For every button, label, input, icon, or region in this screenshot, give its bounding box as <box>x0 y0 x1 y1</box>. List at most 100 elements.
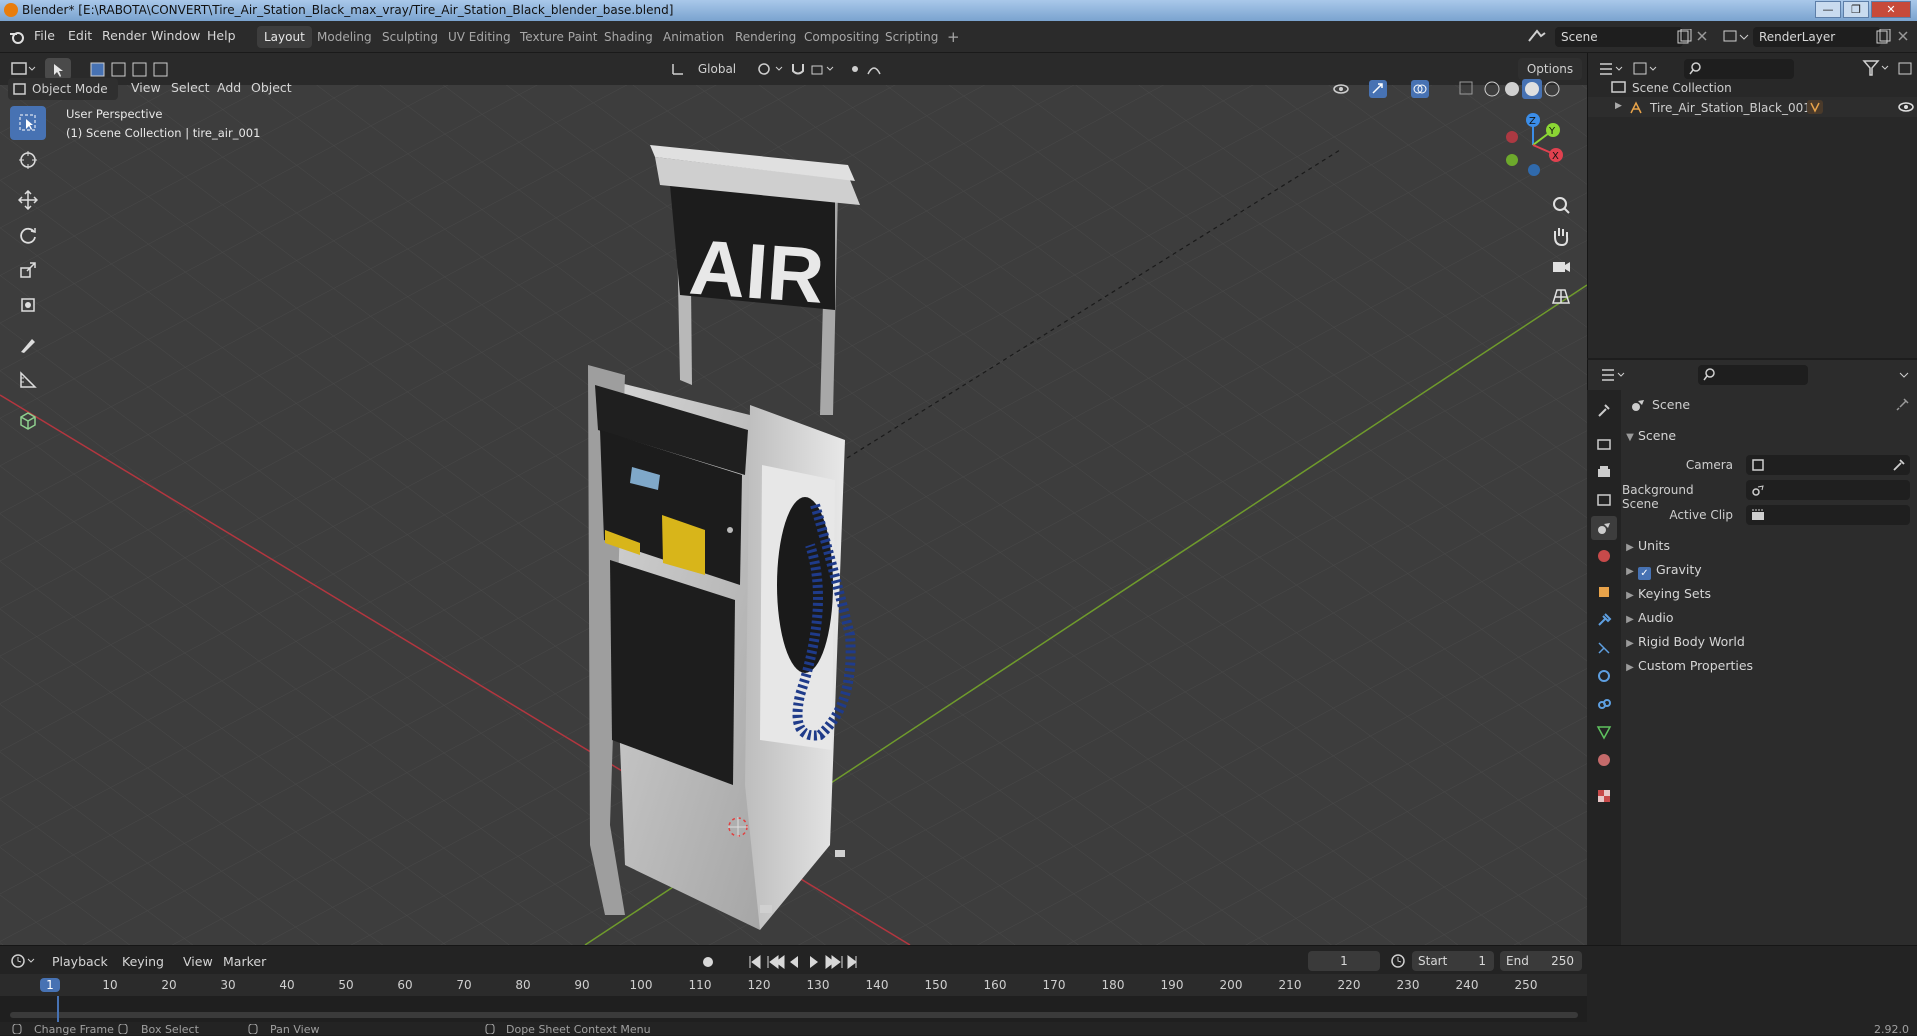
options-dropdown[interactable]: Options <box>1518 58 1582 80</box>
move-tool[interactable] <box>10 183 46 217</box>
tab-view-layer[interactable] <box>1591 488 1617 512</box>
tab-material[interactable] <box>1591 748 1617 772</box>
timeline-editor-type-icon[interactable] <box>10 952 38 970</box>
pivot-point-icon[interactable] <box>756 61 786 77</box>
panel-keying-sets[interactable]: ▶ Keying Sets <box>1622 582 1917 606</box>
eyedropper-icon[interactable] <box>1892 458 1906 472</box>
3d-viewport[interactable]: AIR User Perspective (1) Scene Collectio… <box>0 85 1587 945</box>
pin-icon[interactable] <box>1896 397 1910 411</box>
scene-selector-icon[interactable] <box>1526 27 1552 47</box>
tab-rendering[interactable]: Rendering <box>728 26 803 48</box>
tab-world[interactable] <box>1591 544 1617 568</box>
tab-uv-editing[interactable]: UV Editing <box>441 26 518 48</box>
eye-visibility-icon[interactable] <box>1898 100 1914 114</box>
perspective-grid-icon[interactable] <box>1550 285 1572 307</box>
playhead-line[interactable] <box>57 996 59 1022</box>
proportional-editing-icon[interactable] <box>848 61 898 77</box>
overlays-toggle-icon[interactable] <box>1410 79 1446 99</box>
delete-view-layer-icon[interactable] <box>1897 30 1909 42</box>
playback-controls[interactable] <box>748 954 858 970</box>
cursor-tool[interactable] <box>10 143 46 177</box>
menu-view[interactable]: View <box>131 80 161 95</box>
transform-tool[interactable] <box>10 288 46 322</box>
tab-object[interactable] <box>1591 580 1617 604</box>
measure-tool[interactable] <box>10 363 46 397</box>
panel-custom-properties[interactable]: ▶ Custom Properties <box>1622 654 1917 678</box>
select-box-tool[interactable] <box>10 106 46 140</box>
tab-physics[interactable] <box>1591 664 1617 688</box>
panel-gravity[interactable]: ▶ ✓ Gravity <box>1622 558 1917 582</box>
tab-output[interactable] <box>1591 460 1617 484</box>
xray-toggle-icon[interactable] <box>1458 80 1474 96</box>
menu-keying[interactable]: Keying <box>122 954 164 969</box>
menu-edit[interactable]: Edit <box>68 28 92 43</box>
timeline-scrollbar[interactable] <box>10 1012 1578 1018</box>
preview-range-icon[interactable] <box>1390 953 1406 969</box>
add-cube-tool[interactable] <box>10 403 46 437</box>
menu-playback[interactable]: Playback <box>52 954 108 969</box>
scene-field[interactable]: Scene <box>1555 27 1683 47</box>
pan-hand-icon[interactable] <box>1550 225 1572 247</box>
maximize-button[interactable]: ❐ <box>1843 1 1869 18</box>
outliner-editor-type-icon[interactable] <box>1598 60 1626 78</box>
renderlayer-field[interactable]: RenderLayer <box>1753 27 1881 47</box>
menu-timeline-view[interactable]: View <box>183 954 213 969</box>
new-collection-icon[interactable] <box>1896 59 1914 77</box>
tab-sculpting[interactable]: Sculpting <box>375 26 445 48</box>
menu-add[interactable]: Add <box>217 80 241 95</box>
rotate-tool[interactable] <box>10 218 46 252</box>
tab-scene[interactable] <box>1591 516 1617 540</box>
scale-tool[interactable] <box>10 253 46 287</box>
new-scene-icon[interactable] <box>1676 29 1692 45</box>
view-layer-selector-icon[interactable] <box>1722 28 1750 46</box>
menu-window[interactable]: Window <box>151 28 200 43</box>
zoom-icon[interactable] <box>1550 195 1572 217</box>
camera-field[interactable] <box>1746 455 1910 475</box>
menu-file[interactable]: File <box>34 28 55 43</box>
close-button[interactable]: ✕ <box>1871 1 1911 18</box>
gizmo-toggle-icon[interactable] <box>1368 79 1404 99</box>
tab-animation[interactable]: Animation <box>656 26 731 48</box>
keyframe-area[interactable] <box>0 996 1587 1022</box>
tab-constraints[interactable] <box>1591 692 1617 716</box>
filter-icon[interactable] <box>1862 59 1892 77</box>
add-workspace-button[interactable]: + <box>940 26 967 48</box>
panel-units[interactable]: ▶ Units <box>1622 534 1917 558</box>
tab-data[interactable] <box>1591 720 1617 744</box>
end-frame-field[interactable]: End 250 <box>1500 951 1582 971</box>
display-mode-icon[interactable] <box>1632 60 1660 78</box>
active-clip-field[interactable] <box>1746 505 1910 525</box>
visibility-toggle-icon[interactable] <box>1332 80 1362 98</box>
panel-scene-header[interactable]: ▼ Scene <box>1622 424 1917 448</box>
start-frame-field[interactable]: Start 1 <box>1412 951 1494 971</box>
shading-modes-icon[interactable] <box>1482 78 1582 100</box>
tab-particles[interactable] <box>1591 636 1617 660</box>
background-scene-field[interactable] <box>1746 480 1910 500</box>
current-frame-field[interactable]: 1 <box>1308 951 1380 971</box>
selection-modes-icon[interactable] <box>88 60 188 80</box>
snap-icon[interactable] <box>790 61 840 77</box>
tab-texture-paint[interactable]: Texture Paint <box>513 26 604 48</box>
camera-view-icon[interactable] <box>1550 255 1572 277</box>
outliner-row-scene-collection[interactable]: Scene Collection <box>1588 77 1917 97</box>
outliner-row-object[interactable]: ▶ Tire_Air_Station_Black_001 <box>1588 97 1917 117</box>
tab-modeling[interactable]: Modeling <box>310 26 379 48</box>
tab-modifiers[interactable] <box>1591 608 1617 632</box>
menu-select[interactable]: Select <box>171 80 210 95</box>
panel-audio[interactable]: ▶ Audio <box>1622 606 1917 630</box>
menu-help[interactable]: Help <box>207 28 236 43</box>
gravity-checkbox[interactable]: ✓ <box>1638 567 1651 580</box>
delete-scene-icon[interactable] <box>1696 30 1708 42</box>
tab-render[interactable] <box>1591 432 1617 456</box>
menu-object[interactable]: Object <box>251 80 292 95</box>
menu-marker[interactable]: Marker <box>223 954 266 969</box>
editor-type-icon[interactable] <box>10 59 36 79</box>
navigation-gizmo[interactable]: Z Y X <box>1498 110 1568 180</box>
object-data-icon[interactable] <box>1806 99 1824 115</box>
tab-compositing[interactable]: Compositing <box>797 26 886 48</box>
tab-texture[interactable] <box>1591 784 1617 808</box>
new-view-layer-icon[interactable] <box>1875 29 1891 45</box>
expand-arrow-icon[interactable]: ▶ <box>1615 101 1622 111</box>
tab-tool[interactable] <box>1591 398 1617 422</box>
annotate-tool[interactable] <box>10 328 46 362</box>
